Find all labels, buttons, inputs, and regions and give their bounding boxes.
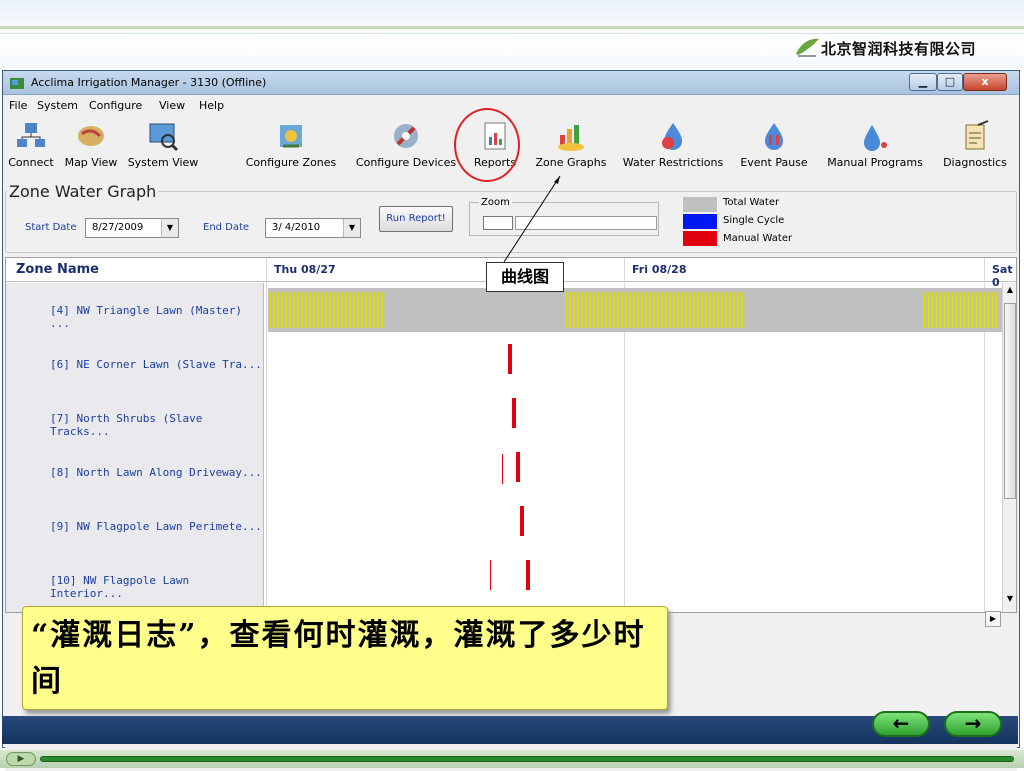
legend-swatch-manual: [683, 231, 717, 246]
slide-divider: [0, 26, 1024, 29]
menu-configure[interactable]: Configure: [89, 99, 142, 112]
annotation-note-text: “灌溉日志”，查看何时灌溉，灌溉了多少时间: [31, 618, 646, 699]
manual-water-bar: [516, 452, 520, 482]
toolbar-label: Configure Devices: [355, 156, 457, 169]
toolbar-label: Map View: [64, 156, 118, 169]
day-header-fri: Fri 08/28: [632, 263, 687, 276]
run-report-button[interactable]: Run Report!: [379, 206, 453, 232]
map-icon: [78, 126, 104, 146]
status-bar: [2, 716, 1018, 744]
manual-programs-icon: [864, 125, 887, 151]
toolbar-manual-programs[interactable]: Manual Programs: [821, 119, 929, 169]
manual-water-bar: [526, 560, 530, 590]
toolbar-zone-graphs[interactable]: Zone Graphs: [531, 119, 611, 169]
next-arrow-button[interactable]: →: [944, 711, 1002, 737]
toolbar-label: Configure Zones: [245, 156, 337, 169]
title-bar: Acclima Irrigation Manager - 3130 (Offli…: [3, 71, 1019, 95]
zone-row-label[interactable]: [8] North Lawn Along Driveway...: [50, 466, 262, 479]
panel-title: Zone Water Graph: [7, 182, 159, 201]
company-logo-icon: [796, 38, 819, 57]
toolbar-system-view[interactable]: System View: [125, 119, 201, 169]
toolbar-label: Zone Graphs: [535, 156, 607, 169]
legend-total-water: Total Water: [723, 197, 780, 208]
configure-devices-icon: [394, 124, 418, 148]
slide-divider-thin: [0, 33, 1024, 34]
diagnostics-icon: [965, 120, 989, 150]
menu-file[interactable]: File: [9, 99, 27, 112]
toolbar-connect[interactable]: Connect: [5, 119, 57, 169]
zone-graphs-icon: [558, 125, 584, 151]
toolbar-configure-zones[interactable]: Configure Zones: [241, 119, 341, 169]
toolbar-label: Event Pause: [740, 156, 808, 169]
scroll-right-icon[interactable]: ▶: [985, 611, 1001, 627]
event-pause-icon: [765, 123, 783, 150]
zone-row-label[interactable]: [9] NW Flagpole Lawn Perimete...: [50, 520, 262, 533]
zone-row-label[interactable]: [4] NW Triangle Lawn (Master) ...: [50, 304, 263, 330]
chevron-down-icon[interactable]: ▼: [343, 219, 360, 237]
chevron-down-icon[interactable]: ▼: [161, 219, 178, 237]
menu-bar: File System Configure View Help: [3, 97, 1019, 115]
legend-manual-water: Manual Water: [723, 233, 793, 244]
scroll-down-icon[interactable]: ▼: [1004, 594, 1016, 608]
toolbar-map-view[interactable]: Map View: [61, 119, 121, 169]
manual-water-bar: [502, 454, 503, 484]
progress-bar[interactable]: [40, 756, 1014, 762]
manual-water-bar: [520, 506, 524, 536]
cycle-marks: [566, 292, 746, 328]
toolbar-diagnostics[interactable]: Diagnostics: [939, 119, 1011, 169]
zone-name-column: [4] NW Triangle Lawn (Master) ... [6] NE…: [6, 283, 264, 612]
toolbar-configure-devices[interactable]: Configure Devices: [353, 119, 459, 169]
manual-water-bar: [512, 398, 516, 428]
start-date-value: 8/27/2009: [92, 222, 144, 233]
toolbar-label: System View: [127, 156, 199, 169]
manual-water-bar: [490, 560, 491, 590]
scroll-up-icon[interactable]: ▲: [1004, 285, 1016, 299]
legend-single-cycle: Single Cycle: [723, 215, 785, 226]
toolbar-label: Manual Programs: [827, 156, 923, 169]
end-date-label: End Date: [203, 222, 250, 233]
pointer-line: [503, 175, 561, 263]
zone-graph-grid: Zone Name Thu 08/27 Fri 08/28 Sat 0 [4] …: [5, 257, 1017, 613]
system-view-icon: [149, 123, 179, 152]
zone-row-label[interactable]: [6] NE Corner Lawn (Slave Tra...: [50, 358, 262, 371]
cycle-marks: [270, 292, 386, 328]
toolbar-label: Water Restrictions: [622, 156, 724, 169]
annotation-note: “灌溉日志”，查看何时灌溉，灌溉了多少时间: [22, 606, 668, 710]
scroll-thumb[interactable]: [1004, 303, 1016, 499]
legend-swatch-single: [683, 214, 717, 229]
start-date-picker[interactable]: 8/27/2009 ▼: [85, 218, 179, 238]
manual-water-bar: [508, 344, 512, 374]
end-date-value: 3/ 4/2010: [272, 222, 321, 233]
window-title: Acclima Irrigation Manager - 3130 (Offli…: [31, 76, 267, 89]
play-icon[interactable]: ▶: [6, 752, 36, 766]
zone-row-label[interactable]: [10] NW Flagpole Lawn Interior...: [50, 574, 263, 600]
callout-label: 曲线图: [486, 262, 564, 292]
toolbar-event-pause[interactable]: Event Pause: [735, 119, 813, 169]
back-arrow-button[interactable]: ←: [872, 711, 930, 737]
toolbar-label: Connect: [8, 156, 54, 169]
cycle-marks: [924, 292, 1000, 328]
menu-help[interactable]: Help: [199, 99, 224, 112]
menu-system[interactable]: System: [37, 99, 78, 112]
legend-swatch-total: [683, 197, 717, 212]
company-name: 北京智润科技有限公司: [820, 40, 976, 58]
close-button[interactable]: x: [963, 73, 1007, 91]
minimize-button[interactable]: ▁: [909, 73, 937, 91]
end-date-picker[interactable]: 3/ 4/2010 ▼: [265, 218, 361, 238]
toolbar-label: Diagnostics: [943, 156, 1007, 169]
zone-name-header: Zone Name: [16, 262, 99, 277]
toolbar-water-restrictions[interactable]: Water Restrictions: [619, 119, 727, 169]
configure-zones-icon: [280, 125, 302, 148]
zone-row-label[interactable]: [7] North Shrubs (Slave Tracks...: [50, 412, 263, 438]
day-header-thu: Thu 08/27: [274, 263, 336, 276]
maximize-button[interactable]: □: [937, 73, 963, 91]
connect-icon: [17, 123, 45, 147]
start-date-label: Start Date: [25, 222, 77, 233]
menu-view[interactable]: View: [159, 99, 185, 112]
water-restrictions-icon: [662, 123, 682, 150]
day-divider: [266, 258, 267, 612]
app-icon: [10, 78, 24, 89]
